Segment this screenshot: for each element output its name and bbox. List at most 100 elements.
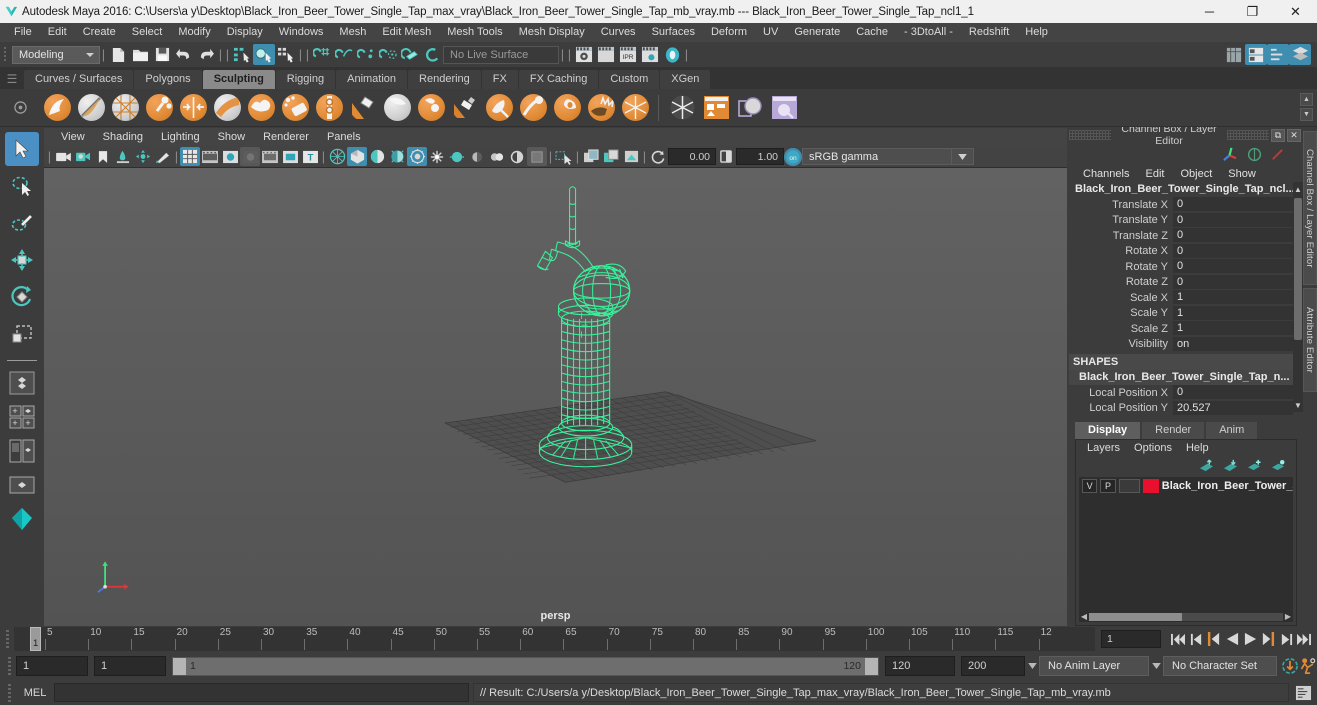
shelf-tab-curves-surfaces[interactable]: Curves / Surfaces bbox=[24, 70, 134, 89]
menu-surfaces[interactable]: Surfaces bbox=[644, 23, 703, 42]
motion-blur-icon[interactable] bbox=[447, 147, 467, 166]
gate-mask-icon[interactable] bbox=[240, 147, 260, 166]
rotate-tool-icon[interactable] bbox=[5, 280, 39, 314]
vertical-tab-channel-box[interactable]: Channel Box / Layer Editor bbox=[1303, 131, 1317, 285]
channel-value-local-position-x[interactable]: 0 bbox=[1173, 385, 1293, 401]
current-frame-field[interactable]: 1 bbox=[1101, 630, 1161, 648]
layer-tab-render[interactable]: Render bbox=[1142, 422, 1205, 439]
render-settings-icon[interactable] bbox=[639, 44, 661, 65]
menu-set-selector[interactable]: Modeling bbox=[12, 45, 100, 64]
live-surface-field[interactable]: No Live Surface bbox=[443, 45, 559, 64]
play-forwards-icon[interactable] bbox=[1241, 629, 1259, 649]
scale-tool-icon[interactable] bbox=[5, 317, 39, 351]
ipr-render-icon[interactable]: IPR bbox=[617, 44, 639, 65]
menu-generate[interactable]: Generate bbox=[786, 23, 848, 42]
range-end-field[interactable]: 120 bbox=[885, 656, 955, 676]
panel-drag-handle[interactable] bbox=[1069, 130, 1111, 140]
use-all-lights-icon[interactable] bbox=[387, 147, 407, 166]
step-back-keyframe-icon[interactable] bbox=[1187, 629, 1205, 649]
channel-value-translate-z[interactable]: 0 bbox=[1173, 228, 1293, 244]
single-perspective-layout-icon[interactable] bbox=[7, 368, 37, 398]
character-set-select[interactable]: No Character Set bbox=[1163, 656, 1277, 676]
spray-tool-icon[interactable] bbox=[278, 91, 312, 125]
exposure-field[interactable]: 0.00 bbox=[668, 148, 716, 165]
menu-mesh-display[interactable]: Mesh Display bbox=[511, 23, 593, 42]
hypershade-icon[interactable] bbox=[661, 44, 683, 65]
menu-windows[interactable]: Windows bbox=[271, 23, 332, 42]
xray-joints-icon[interactable] bbox=[527, 147, 547, 166]
snap-to-view-plane-icon[interactable] bbox=[399, 44, 421, 65]
time-slider-cursor[interactable]: 1 bbox=[30, 627, 41, 651]
resolution-gate-icon[interactable] bbox=[220, 147, 240, 166]
four-view-layout-icon[interactable]: + + + bbox=[7, 402, 37, 432]
channel-box-menu-channels[interactable]: Channels bbox=[1075, 168, 1137, 180]
shelf-tab-custom[interactable]: Custom bbox=[599, 70, 660, 89]
color-management-toggle-icon[interactable]: on bbox=[784, 147, 802, 166]
shade-textured-icon[interactable] bbox=[367, 147, 387, 166]
panel-undock-icon[interactable]: ⧉ bbox=[1271, 128, 1285, 142]
layer-list-horizontal-scrollbar[interactable]: ◀ ▶ bbox=[1079, 611, 1293, 622]
menu-modify[interactable]: Modify bbox=[170, 23, 218, 42]
grab-tool-icon[interactable] bbox=[142, 91, 176, 125]
viewport-menu-show[interactable]: Show bbox=[209, 128, 255, 146]
channel-box-menu-edit[interactable]: Edit bbox=[1137, 168, 1172, 180]
anim-layer-select[interactable]: No Anim Layer bbox=[1039, 656, 1149, 676]
step-back-frame-icon[interactable] bbox=[1205, 629, 1223, 649]
clone-target-icon[interactable] bbox=[767, 91, 801, 125]
undo-icon[interactable] bbox=[173, 44, 195, 65]
menu-cache[interactable]: Cache bbox=[848, 23, 896, 42]
select-camera-icon[interactable] bbox=[53, 147, 73, 166]
select-by-component-type-icon[interactable] bbox=[275, 44, 297, 65]
gamma-reset-icon[interactable] bbox=[716, 147, 736, 166]
move-tool-icon[interactable] bbox=[5, 243, 39, 277]
range-left-handle[interactable] bbox=[173, 657, 186, 675]
sculpt-tool-icon[interactable] bbox=[40, 91, 74, 125]
viewport-menu-shading[interactable]: Shading bbox=[94, 128, 152, 146]
channel-value-rotate-z[interactable]: 0 bbox=[1173, 274, 1293, 290]
sculpt-settings-icon[interactable] bbox=[699, 91, 733, 125]
range-right-handle[interactable] bbox=[865, 657, 878, 675]
red-manip-icon[interactable] bbox=[1270, 147, 1285, 162]
relax-tool-icon[interactable] bbox=[108, 91, 142, 125]
shelf-scroll-down-icon[interactable]: ▼ bbox=[1300, 108, 1313, 121]
menu-create[interactable]: Create bbox=[75, 23, 124, 42]
make-live-icon[interactable] bbox=[421, 44, 443, 65]
film-origin-icon[interactable] bbox=[260, 147, 280, 166]
layer-menu-help[interactable]: Help bbox=[1179, 442, 1216, 454]
tear-off-copy-icon[interactable] bbox=[601, 147, 621, 166]
manipulator-axis-icon[interactable] bbox=[1221, 146, 1239, 162]
freeze-selection-icon[interactable] bbox=[665, 91, 699, 125]
grease-pencil-icon[interactable] bbox=[153, 147, 173, 166]
shelf-tab-xgen[interactable]: XGen bbox=[660, 70, 711, 89]
animation-end-field[interactable]: 200 bbox=[961, 656, 1025, 676]
layer-tab-display[interactable]: Display bbox=[1075, 422, 1141, 439]
layer-list[interactable]: V P Black_Iron_Beer_Tower_S bbox=[1079, 477, 1293, 611]
channel-value-rotate-x[interactable]: 0 bbox=[1173, 243, 1293, 259]
viewport-menu-panels[interactable]: Panels bbox=[318, 128, 370, 146]
shelf-grip-icon[interactable]: ☰ bbox=[0, 68, 24, 89]
show-hide-editors-icon[interactable] bbox=[1223, 44, 1245, 65]
color-profile-chevron-down-icon[interactable] bbox=[952, 148, 974, 165]
select-by-object-type-icon[interactable] bbox=[253, 44, 275, 65]
statusbar-grip[interactable] bbox=[0, 43, 10, 67]
layer-menu-options[interactable]: Options bbox=[1127, 442, 1179, 454]
layer-row[interactable]: V P Black_Iron_Beer_Tower_S bbox=[1079, 477, 1293, 494]
channel-value-local-position-y[interactable]: 20.527 bbox=[1173, 400, 1293, 416]
viewport-menu-lighting[interactable]: Lighting bbox=[152, 128, 209, 146]
scroll-up-icon[interactable]: ▲ bbox=[1293, 182, 1303, 196]
scrollbar-thumb[interactable] bbox=[1294, 198, 1302, 340]
scroll-right-icon[interactable]: ▶ bbox=[1283, 612, 1293, 621]
menu-mesh[interactable]: Mesh bbox=[331, 23, 374, 42]
channel-box-icon[interactable] bbox=[1289, 44, 1311, 65]
repeat-tool-icon[interactable] bbox=[312, 91, 346, 125]
select-tool-icon[interactable] bbox=[5, 132, 39, 166]
shelf-tab-sculpting[interactable]: Sculpting bbox=[202, 70, 275, 89]
layer-type-toggle[interactable] bbox=[1118, 478, 1140, 493]
menu-display[interactable]: Display bbox=[219, 23, 271, 42]
animation-start-field[interactable]: 1 bbox=[16, 656, 88, 676]
paint-select-tool-icon[interactable] bbox=[5, 206, 39, 240]
freeze-tool-icon[interactable] bbox=[618, 91, 652, 125]
play-backwards-icon[interactable] bbox=[1223, 629, 1241, 649]
attribute-editor-icon[interactable] bbox=[1245, 44, 1267, 65]
shelf-scroll-arrows[interactable]: ▲ ▼ bbox=[1300, 93, 1313, 121]
